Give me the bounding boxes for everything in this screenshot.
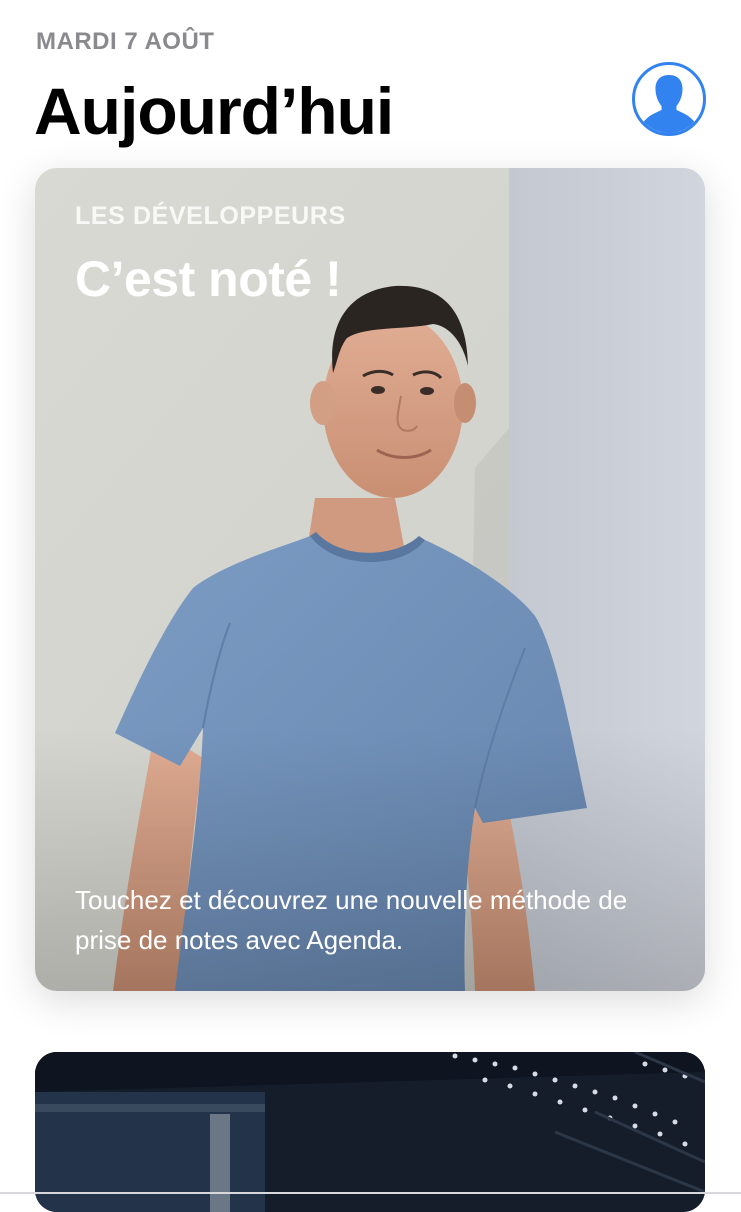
card-category-label: LES DÉVELOPPEURS [75, 202, 346, 230]
page-title: Aujourd’hui [34, 74, 394, 148]
card-description: Touchez et découvrez une nouvelle méthod… [75, 885, 628, 955]
person-silhouette-icon [643, 75, 695, 133]
account-avatar-button[interactable] [632, 62, 706, 136]
next-story-card[interactable] [35, 1052, 705, 1212]
card-title: C’est noté ! [75, 251, 342, 307]
building-facade-image [35, 1052, 705, 1212]
featured-story-card[interactable]: LES DÉVELOPPEURS C’est noté ! Touchez et… [35, 168, 705, 991]
header-date: MARDI 7 AOÛT [36, 28, 215, 55]
